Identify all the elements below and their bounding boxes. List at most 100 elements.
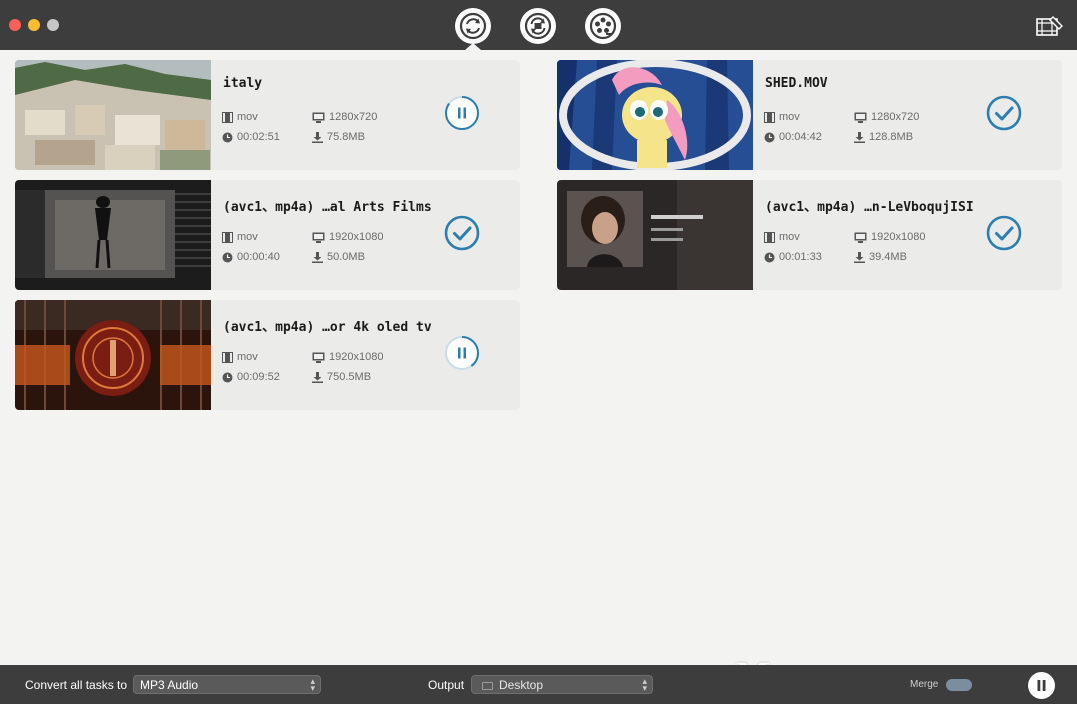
video-editor-button[interactable] (1035, 14, 1065, 38)
task-size: 128.8MB (854, 131, 913, 143)
task-resolution-value: 1280x720 (329, 111, 378, 123)
task-card: (avc1、mp4a) …al Arts Films mov 00:00:40 … (15, 180, 520, 290)
task-resolution: 1920x1080 (312, 231, 383, 243)
clock-icon (222, 372, 233, 382)
download-icon (312, 131, 323, 143)
video-thumbnail[interactable] (15, 60, 211, 170)
task-title: italy (223, 76, 263, 91)
task-card: (avc1、mp4a) …or 4k oled tv mov 00:09:52 … (15, 300, 520, 410)
task-duration: 00:01:33 (764, 251, 822, 263)
merge-label: Merge (910, 679, 939, 690)
pause-icon (1037, 680, 1046, 691)
task-resolution-value: 1280x720 (871, 111, 920, 123)
task-duration: 00:04:42 (764, 131, 822, 143)
folder-icon (482, 682, 493, 690)
task-format: mov (222, 231, 258, 243)
task-resolution-value: 1920x1080 (871, 231, 926, 243)
film-icon (222, 351, 233, 363)
output-folder-select[interactable]: Desktop ▴ ▾ (471, 675, 653, 694)
clock-icon (222, 132, 233, 142)
pause-all-button[interactable] (1028, 672, 1055, 699)
task-card: (avc1、mp4a) …n-LeVboqujISI mov 00:01:33 … (557, 180, 1062, 290)
pause-button[interactable] (444, 335, 480, 371)
monitor-icon (312, 232, 325, 243)
video-thumbnail[interactable] (557, 180, 753, 290)
merge-toggle[interactable] (946, 679, 972, 691)
zoom-window-button[interactable] (47, 19, 59, 31)
video-thumbnail[interactable] (15, 300, 211, 410)
download-convert-tab-button[interactable] (520, 8, 556, 44)
monitor-icon (312, 112, 325, 123)
video-tab-button[interactable] (585, 8, 621, 44)
checkmark-circle-icon (444, 215, 480, 251)
active-tab-indicator (465, 43, 481, 50)
task-duration-value: 00:02:51 (237, 131, 280, 143)
convert-all-label: Convert all tasks to (25, 678, 128, 692)
task-format-value: mov (237, 351, 258, 363)
title-bar (0, 0, 1077, 50)
clock-icon (764, 132, 775, 142)
monitor-icon (854, 232, 867, 243)
monitor-icon (312, 352, 325, 363)
pause-progress-icon (445, 336, 479, 370)
video-editor-icon (1036, 16, 1063, 36)
clock-icon (222, 252, 233, 262)
task-format: mov (764, 231, 800, 243)
task-size: 75.8MB (312, 131, 365, 143)
task-size: 750.5MB (312, 371, 371, 383)
task-resolution: 1920x1080 (312, 351, 383, 363)
task-duration-value: 00:09:52 (237, 371, 280, 383)
close-window-button[interactable] (9, 19, 21, 31)
minimize-window-button[interactable] (28, 19, 40, 31)
completed-button[interactable] (986, 95, 1022, 131)
output-format-select[interactable]: MP3 Audio ▴ ▾ (133, 675, 321, 694)
task-card: SHED.MOV mov 00:04:42 1280x720 128.8MB (557, 60, 1062, 170)
task-format: mov (764, 111, 800, 123)
task-duration: 00:09:52 (222, 371, 280, 383)
task-format-value: mov (237, 111, 258, 123)
task-resolution: 1280x720 (854, 111, 919, 123)
output-folder-value: Desktop (499, 678, 544, 692)
output-label: Output (428, 678, 465, 692)
task-size-value: 128.8MB (869, 131, 914, 143)
download-icon (312, 371, 323, 383)
pause-button[interactable] (444, 95, 480, 131)
film-icon (222, 111, 233, 123)
completed-button[interactable] (444, 215, 480, 251)
task-duration: 00:02:51 (222, 131, 280, 143)
video-thumbnail[interactable] (557, 60, 753, 170)
checkmark-circle-icon (986, 95, 1022, 131)
task-resolution-value: 1920x1080 (329, 351, 384, 363)
task-duration: 00:00:40 (222, 251, 280, 263)
download-icon (854, 251, 865, 263)
task-title: (avc1、mp4a) …n-LeVboqujISI (765, 200, 974, 215)
select-arrows-icon: ▴ ▾ (642, 676, 647, 693)
task-duration-value: 00:00:40 (237, 251, 280, 263)
task-duration-value: 00:04:42 (779, 131, 822, 143)
film-reel-icon (589, 12, 617, 40)
task-title: (avc1、mp4a) …or 4k oled tv (223, 320, 432, 335)
checkmark-circle-icon (986, 215, 1022, 251)
task-size: 50.0MB (312, 251, 365, 263)
clock-icon (764, 252, 775, 262)
pause-progress-icon (445, 96, 479, 130)
task-size-value: 75.8MB (327, 131, 365, 143)
task-size: 39.4MB (854, 251, 907, 263)
completed-button[interactable] (986, 215, 1022, 251)
download-icon (854, 131, 865, 143)
convert-tab-button[interactable] (455, 8, 491, 44)
task-card: italy mov 00:02:51 1280x720 75.8MB (15, 60, 520, 170)
task-format-value: mov (779, 231, 800, 243)
video-thumbnail[interactable] (15, 180, 211, 290)
film-icon (764, 231, 775, 243)
download-convert-icon (524, 12, 552, 40)
download-icon (312, 251, 323, 263)
task-resolution-value: 1920x1080 (329, 231, 384, 243)
task-format-value: mov (237, 231, 258, 243)
output-format-value: MP3 Audio (140, 678, 199, 692)
film-icon (222, 231, 233, 243)
monitor-icon (854, 112, 867, 123)
task-resolution: 1920x1080 (854, 231, 925, 243)
task-duration-value: 00:01:33 (779, 251, 822, 263)
task-format: mov (222, 351, 258, 363)
